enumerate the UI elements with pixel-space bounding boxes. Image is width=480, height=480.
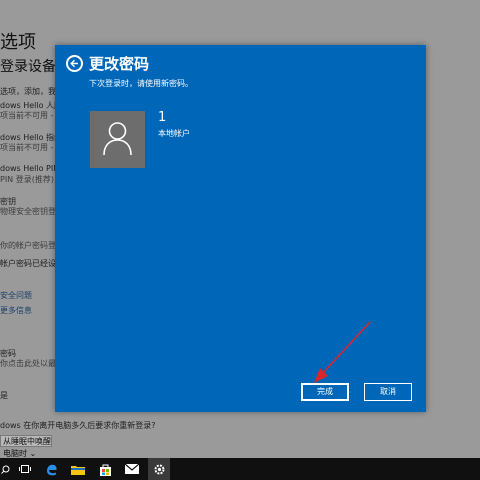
edge-icon[interactable] <box>40 458 62 480</box>
taskbar <box>0 458 480 480</box>
account-type: 本地帐户 <box>158 129 190 138</box>
back-arrow-icon <box>70 59 78 68</box>
dialog-title: 更改密码 <box>89 55 150 73</box>
background-text: PIN 登录(推荐) <box>0 175 54 184</box>
finish-button[interactable]: 完成 <box>301 383 349 401</box>
background-text: 帐户密码已经设 <box>0 259 56 268</box>
background-text: dows 在你离开电脑多久后要求你重新登录? <box>0 421 156 430</box>
avatar <box>90 111 145 168</box>
file-explorer-icon[interactable] <box>67 458 89 480</box>
back-button[interactable] <box>66 55 83 72</box>
background-link[interactable]: 安全问题 <box>0 290 32 301</box>
background-text: 是 <box>0 391 8 400</box>
background-text: dows Hello PIN <box>0 164 60 173</box>
page-title: 选项 <box>0 32 36 53</box>
user-icon <box>103 122 132 156</box>
background-link[interactable]: 更多信息 <box>0 305 32 316</box>
settings-icon[interactable] <box>148 458 170 480</box>
task-view-icon[interactable] <box>14 458 36 480</box>
search-icon[interactable] <box>0 458 10 480</box>
background-text: 选项，添加，我 <box>0 87 56 96</box>
cancel-button[interactable]: 取消 <box>364 383 412 401</box>
store-icon[interactable] <box>94 458 116 480</box>
dialog-subtitle: 下次登录时，请使用新密码。 <box>89 79 193 88</box>
lock-timeout-dropdown[interactable]: 从睡眠中唤醒电脑时 ⌄ <box>0 435 52 458</box>
mail-icon[interactable] <box>121 458 143 480</box>
change-password-dialog: 更改密码 下次登录时，请使用新密码。 1 本地帐户 完成 取消 <box>55 45 426 412</box>
user-name: 1 <box>158 110 167 125</box>
